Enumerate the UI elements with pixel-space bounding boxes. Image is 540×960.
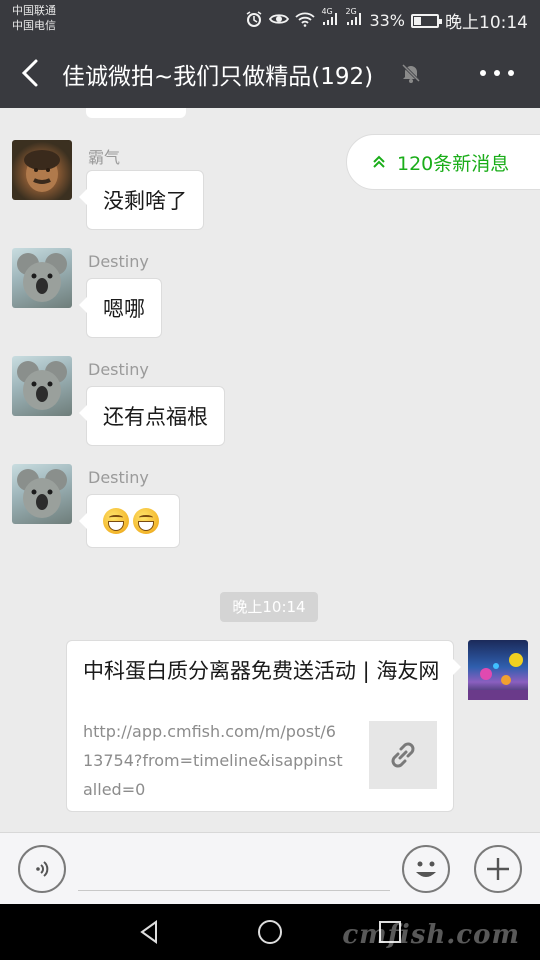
more-dot [494, 70, 500, 76]
my-avatar[interactable] [468, 640, 528, 700]
chat-title: 佳诚微拍~我们只做精品(192) [62, 64, 374, 90]
message-bubble[interactable]: 没剩啥了 [79, 170, 204, 230]
alarm-icon [245, 10, 263, 32]
nav-back-icon[interactable] [136, 918, 164, 946]
message-input[interactable] [78, 847, 390, 891]
avatar[interactable] [12, 356, 72, 416]
system-nav-bar: cmfish.com [0, 904, 540, 960]
battery-icon [411, 13, 442, 28]
sender-name: Destiny [88, 360, 149, 379]
status-icons: 4G 2G 33% 晚上10:14 [245, 7, 528, 33]
more-dot [480, 70, 486, 76]
signal-icon-1: 4G [321, 7, 339, 31]
sender-name: Destiny [88, 252, 149, 271]
message-bubble[interactable]: 还有点福根 [79, 386, 225, 446]
signal-1-label: 4G [321, 6, 333, 16]
message-bubble[interactable]: 嗯哪 [79, 278, 162, 338]
link-card[interactable]: 中科蛋白质分离器免费送活动 | 海友网 http://app.cmfish.co… [66, 640, 461, 812]
chevron-left-icon [21, 59, 38, 87]
battery-fill [414, 16, 422, 25]
chat-header: 佳诚微拍~我们只做精品(192) [0, 38, 540, 108]
input-bar [0, 832, 540, 904]
emoji-button[interactable] [402, 845, 450, 893]
sender-name: Destiny [88, 468, 149, 487]
watermark: cmfish.com [342, 920, 520, 950]
eye-icon [269, 11, 290, 31]
grin-emoji-icon [133, 508, 159, 534]
link-title: 中科蛋白质分离器免费送活动 | 海友网 [83, 659, 440, 683]
bell-off-icon [400, 62, 422, 84]
signal-icon-2: 2G [345, 7, 363, 31]
signal-2-label: 2G [345, 6, 357, 16]
link-icon [391, 742, 415, 768]
wifi-icon [295, 11, 316, 31]
double-chevron-up-icon [373, 155, 385, 168]
new-messages-label: 120条新消息 [397, 152, 510, 175]
carrier-info: 中国联通 中国电信 [12, 3, 56, 33]
voice-button[interactable] [18, 845, 66, 893]
more-dot [508, 70, 514, 76]
more-button[interactable] [480, 62, 514, 84]
battery-percent: 33% [369, 11, 405, 30]
plus-icon [487, 858, 509, 880]
link-thumbnail [369, 721, 437, 789]
nav-home-icon[interactable] [256, 918, 284, 946]
avatar[interactable] [12, 140, 72, 200]
sender-name: 霸气 [88, 148, 121, 167]
timestamp-badge: 晚上10:14 [220, 592, 318, 622]
smiley-icon [416, 861, 436, 877]
link-url: http://app.cmfish.com/m/post/613754?from… [83, 722, 343, 799]
message-bubble[interactable] [79, 494, 180, 548]
avatar[interactable] [12, 248, 72, 308]
back-button[interactable] [14, 55, 50, 91]
previous-bubble [86, 108, 186, 118]
plus-button[interactable] [474, 845, 522, 893]
new-messages-button[interactable]: 120条新消息 [346, 134, 540, 190]
avatar[interactable] [12, 464, 72, 524]
carrier-2: 中国电信 [12, 19, 56, 32]
grin-emoji-icon [103, 508, 129, 534]
status-bar: 中国联通 中国电信 4G 2G 33% 晚上10:14 [0, 0, 540, 38]
status-time: 晚上10:14 [445, 13, 528, 33]
voice-icon [36, 861, 49, 877]
carrier-1: 中国联通 [12, 4, 56, 17]
